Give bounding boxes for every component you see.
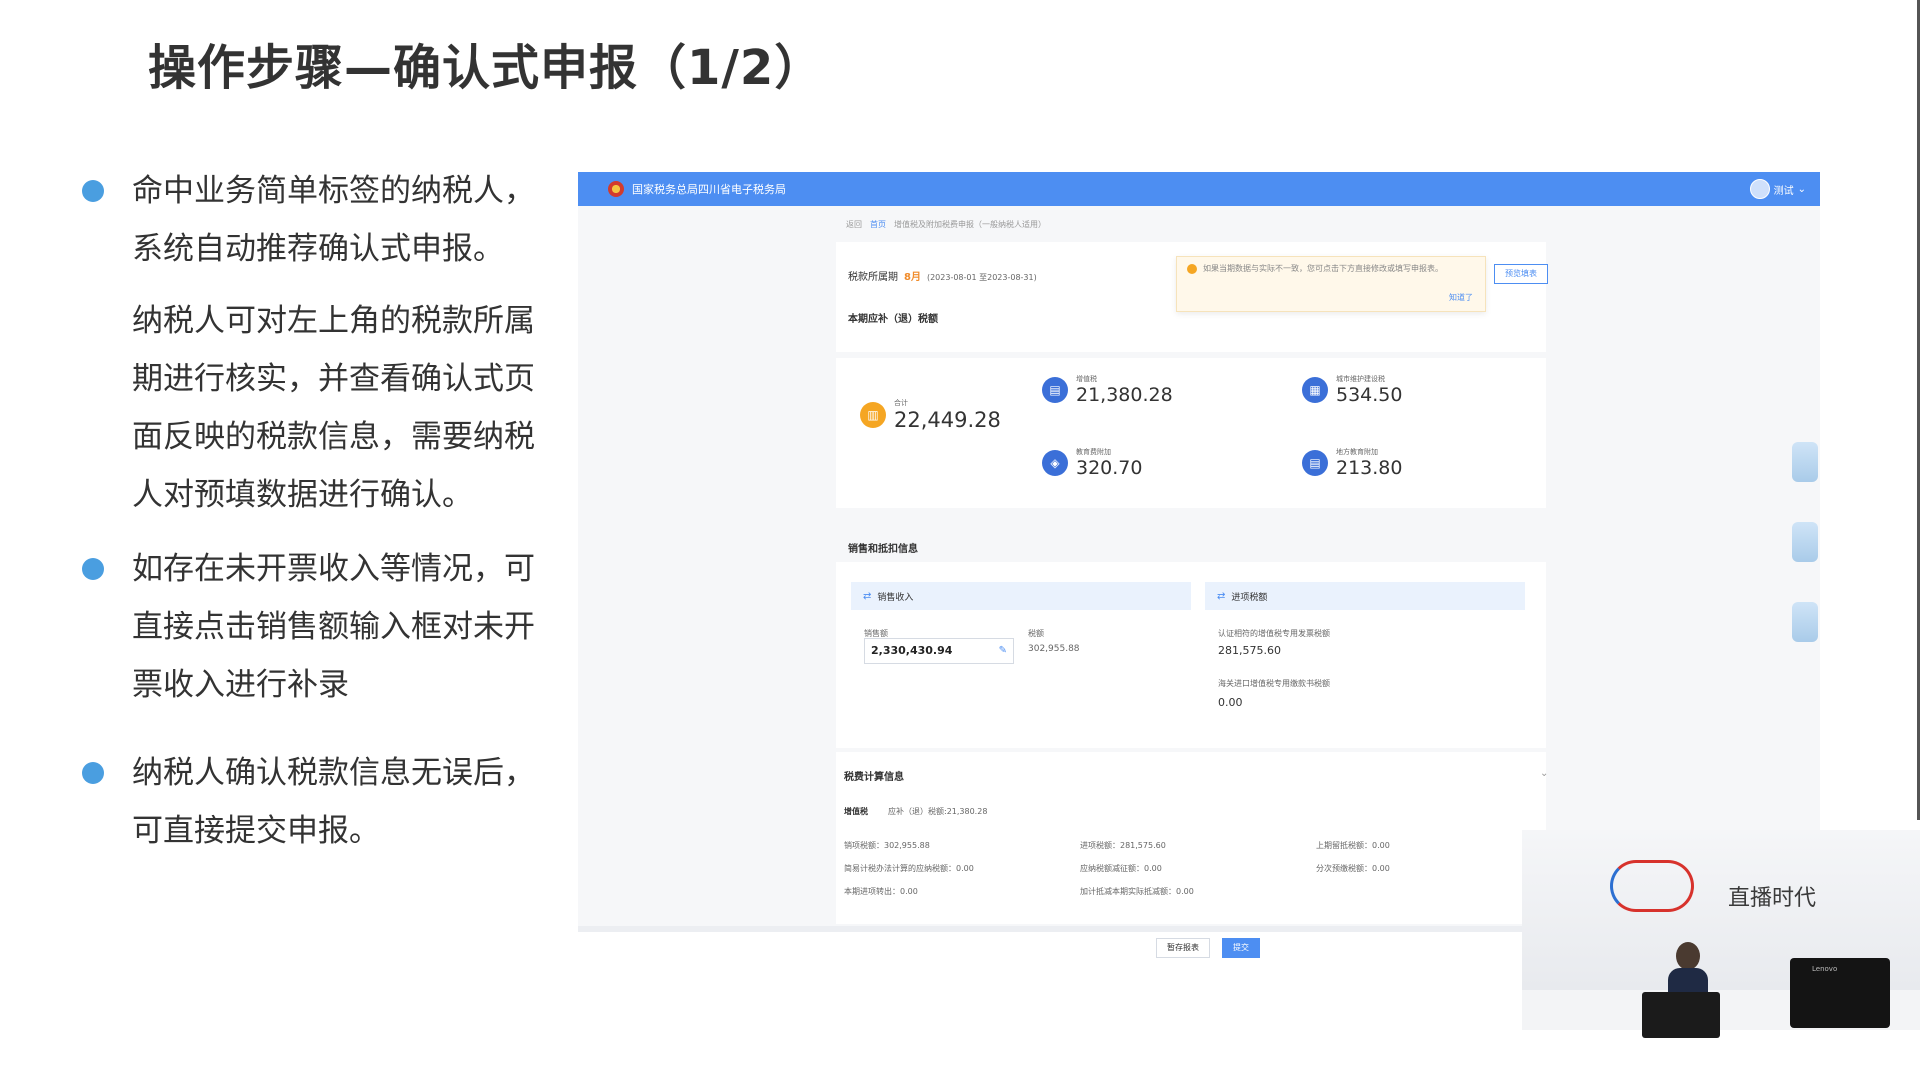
user-name: 测试: [1773, 185, 1794, 197]
kpi-edu: ◈ 教育费附加 320.70: [1042, 447, 1142, 479]
studio-brand: 直播时代: [1728, 886, 1817, 911]
sales-income-head: ⇄ 销售收入: [851, 582, 1191, 610]
service-robot-icon[interactable]: [1792, 442, 1818, 482]
ledger-icon: ▤: [1302, 450, 1328, 476]
sales-tax-value: 302,955.88: [1028, 644, 1080, 654]
tax-portal-header: 国家税务总局四川省电子税务局 测试 ⌄: [578, 172, 1820, 206]
calc-item: 分次预缴税额：0.00: [1316, 864, 1390, 873]
invoice-icon: ▤: [1042, 377, 1068, 403]
bullet-list: 命中业务简单标签的纳税人，系统自动推荐确认式申报。 纳税人可对左上角的税款所属期…: [80, 162, 560, 860]
monitor-brand: Lenovo: [1812, 965, 1838, 973]
kpi-total-label: 合计: [894, 399, 908, 407]
certified-label: 认证相符的增值税专用发票税额: [1218, 629, 1330, 638]
sales-income-title: 销售收入: [877, 592, 914, 603]
bullet-1-text: 命中业务简单标签的纳税人，系统自动推荐确认式申报。: [132, 173, 535, 267]
bar-chart-icon: ▥: [860, 402, 886, 428]
slide-title: 操作步骤—确认式申报（1/2）: [148, 40, 824, 96]
edit-icon[interactable]: ✎: [999, 639, 1007, 663]
kpi-vat-value: 21,380.28: [1076, 384, 1173, 406]
bullet-1: 命中业务简单标签的纳税人，系统自动推荐确认式申报。: [80, 162, 560, 278]
bullet-dot: [82, 762, 104, 784]
customs-value: 0.00: [1218, 696, 1243, 709]
submit-button[interactable]: 提交: [1222, 938, 1260, 958]
kpi-total-value: 22,449.28: [894, 408, 1001, 432]
calc-vat-due: 应补（退）税额:21,380.28: [888, 807, 988, 816]
kpi-vat: ▤ 增值税 21,380.28: [1042, 374, 1173, 406]
help-avatar-icon[interactable]: [1792, 602, 1818, 642]
calc-item: 简易计税办法计算的应纳税额：0.00: [844, 864, 974, 873]
input-tax-head: ⇄ 进项税额: [1205, 582, 1525, 610]
embedded-screenshot: 国家税务总局四川省电子税务局 测试 ⌄ 返回 首页 增值税及附加税费申报（一般纳…: [578, 172, 1820, 932]
period-label: 税款所属期: [848, 272, 898, 283]
slide: 操作步骤—确认式申报（1/2） 命中业务简单标签的纳税人，系统自动推荐确认式申报…: [0, 0, 1920, 1080]
bullet-1-detail: 纳税人可对左上角的税款所属期进行核实，并查看确认式页面反映的税款信息，需要纳税人…: [132, 303, 535, 513]
kpi-urban-value: 534.50: [1336, 384, 1403, 406]
bullet-3: 纳税人确认税款信息无误后，可直接提交申报。: [80, 744, 560, 860]
12366-logo-icon: [1610, 860, 1694, 912]
bullet-3-text: 纳税人确认税款信息无误后，可直接提交申报。: [132, 755, 535, 849]
calc-item: 加计抵减本期实际抵减额：0.00: [1080, 887, 1194, 896]
notice-ack-link[interactable]: 知道了: [1449, 292, 1473, 303]
breadcrumb: 返回 首页 增值税及附加税费申报（一般纳税人适用）: [846, 219, 1046, 230]
calc-item: 销项税额：302,955.88: [844, 841, 930, 850]
kpi-local-edu: ▤ 地方教育附加 213.80: [1302, 447, 1402, 479]
user-menu[interactable]: 测试 ⌄: [1749, 179, 1806, 199]
desk: [1522, 1030, 1920, 1080]
sales-amount-value: 2,330,430.94: [871, 644, 953, 657]
kpi-total: ▥ 合计 22,449.28: [860, 398, 1001, 432]
presenter-video: 直播时代 Lenovo: [1522, 830, 1920, 1080]
calc-section-label: 税费计算信息: [844, 772, 904, 783]
calc-item: 本期进项转出：0.00: [844, 887, 918, 896]
bullet-2-text: 如存在未开票收入等情况，可直接点击销售额输入框对未开票收入进行补录: [132, 551, 535, 703]
bullet-dot: [82, 180, 104, 202]
chevron-down-icon: ⌄: [1797, 183, 1806, 195]
certified-value: 281,575.60: [1218, 644, 1281, 657]
period-range: (2023-08-01 至2023-08-31): [926, 273, 1037, 282]
sales-tax-label: 税额: [1028, 629, 1044, 638]
calc-item: 上期留抵税额：0.00: [1316, 841, 1390, 850]
breadcrumb-current: 增值税及附加税费申报（一般纳税人适用）: [894, 220, 1046, 229]
preview-button[interactable]: 预览填表: [1494, 264, 1548, 284]
kpi-panel: [836, 358, 1546, 508]
kpi-local-edu-label: 地方教育附加: [1336, 448, 1378, 456]
sales-amount-input[interactable]: 2,330,430.94 ✎: [864, 638, 1014, 664]
laptop-icon: [1642, 992, 1720, 1038]
customs-label: 海关进口增值税专用缴款书税额: [1218, 679, 1330, 688]
sales-section-label: 销售和抵扣信息: [848, 544, 918, 555]
calc-item: 进项税额：281,575.60: [1080, 841, 1166, 850]
warning-icon: [1187, 264, 1197, 274]
input-tax-title: 进项税额: [1231, 592, 1268, 603]
home-link[interactable]: 首页: [870, 219, 886, 230]
chat-assistant-icon[interactable]: [1792, 522, 1818, 562]
building-icon: ▦: [1302, 377, 1328, 403]
kpi-urban-label: 城市维护建设税: [1336, 375, 1385, 383]
notice-popup: 如果当期数据与实际不一致，您可点击下方直接修改或填写申报表。 知道了: [1176, 256, 1486, 312]
save-draft-button[interactable]: 暂存报表: [1156, 938, 1210, 958]
period-month: 8月: [904, 272, 921, 283]
notice-text: 如果当期数据与实际不一致，您可点击下方直接修改或填写申报表。: [1203, 264, 1443, 273]
calc-panel: [836, 752, 1546, 924]
kpi-edu-value: 320.70: [1076, 457, 1143, 479]
collapse-chevron-icon[interactable]: ⌄: [1540, 768, 1548, 779]
input-tax-icon: ⇄: [1217, 590, 1226, 602]
bullet-2: 如存在未开票收入等情况，可直接点击销售额输入框对未开票收入进行补录: [80, 540, 560, 714]
calc-item: 应纳税额减征额：0.00: [1080, 864, 1162, 873]
kpi-urban: ▦ 城市维护建设税 534.50: [1302, 374, 1402, 406]
calc-vat-tag: 增值税: [844, 807, 868, 816]
back-link[interactable]: 返回: [846, 219, 862, 230]
kpi-edu-label: 教育费附加: [1076, 448, 1111, 456]
income-icon: ⇄: [863, 590, 872, 602]
tax-period: 税款所属期 8月 (2023-08-01 至2023-08-31): [848, 268, 1037, 283]
user-avatar-icon: [1749, 179, 1770, 199]
kpi-local-edu-value: 213.80: [1336, 457, 1403, 479]
portal-title: 国家税务总局四川省电子税务局: [632, 183, 786, 196]
graduation-icon: ◈: [1042, 450, 1068, 476]
monitor-icon: [1790, 958, 1890, 1028]
kpi-vat-label: 增值税: [1076, 375, 1097, 383]
national-emblem-icon: [608, 181, 624, 197]
bullet-dot: [82, 558, 104, 580]
summary-label: 本期应补（退）税额: [848, 314, 938, 325]
